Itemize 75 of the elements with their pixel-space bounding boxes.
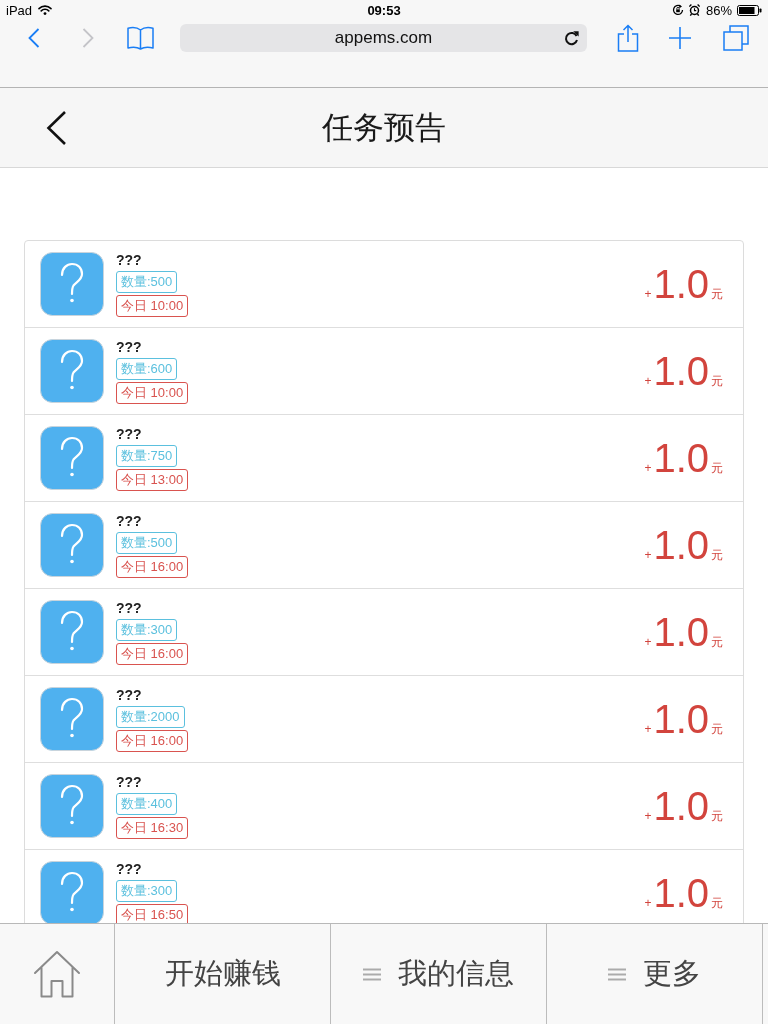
currency-unit: 元 — [711, 808, 723, 825]
reward-amount: 1.0 — [653, 262, 709, 306]
plus-sign: + — [644, 896, 652, 910]
reward-amount: 1.0 — [653, 610, 709, 654]
plus-sign: + — [644, 374, 652, 388]
quantity-tag: 数量:2000 — [116, 706, 185, 728]
device-name: iPad — [6, 2, 33, 18]
task-name: ??? — [116, 425, 142, 443]
clock-time: 09:53 — [367, 2, 401, 18]
question-mark-icon — [40, 513, 104, 577]
rotation-lock-icon — [671, 4, 684, 16]
question-mark-icon — [40, 687, 104, 751]
time-tag: 今日 13:00 — [116, 469, 189, 491]
home-icon — [33, 950, 81, 998]
reward-amount: 1.0 — [653, 784, 709, 828]
currency-unit: 元 — [711, 460, 723, 477]
plus-sign: + — [644, 809, 652, 823]
tab-button[interactable]: 我的信息 — [331, 924, 547, 1024]
time-tag: 今日 16:00 — [116, 556, 189, 578]
plus-sign: + — [644, 548, 652, 562]
time-tag: 今日 10:00 — [116, 382, 189, 404]
battery-percent: 86% — [705, 2, 732, 18]
plus-sign: + — [644, 287, 652, 301]
currency-unit: 元 — [711, 373, 723, 390]
quantity-tag: 数量:400 — [116, 793, 178, 815]
task-name: ??? — [116, 686, 142, 704]
tab-button[interactable]: 更多 — [547, 924, 763, 1024]
back-icon[interactable] — [45, 109, 67, 146]
battery-icon — [737, 4, 762, 16]
reload-icon[interactable] — [564, 30, 579, 46]
task-name: ??? — [116, 860, 142, 878]
question-mark-icon — [40, 426, 104, 490]
quantity-tag: 数量:500 — [116, 532, 178, 554]
currency-unit: 元 — [711, 634, 723, 651]
task-name: ??? — [116, 773, 142, 791]
time-tag: 今日 10:00 — [116, 295, 189, 317]
reward-amount: 1.0 — [653, 697, 709, 741]
book-icon[interactable] — [127, 26, 154, 50]
reward-amount: 1.0 — [653, 523, 709, 567]
plus-icon[interactable] — [669, 27, 691, 49]
quantity-tag: 数量:500 — [116, 271, 178, 293]
menu-icon — [363, 967, 381, 981]
task-name: ??? — [116, 251, 142, 269]
time-tag: 今日 16:00 — [116, 643, 189, 665]
currency-unit: 元 — [711, 547, 723, 564]
quantity-tag: 数量:600 — [116, 358, 178, 380]
alarm-clock-icon — [688, 4, 700, 16]
quantity-tag: 数量:300 — [116, 619, 178, 641]
currency-unit: 元 — [711, 895, 723, 912]
currency-unit: 元 — [711, 286, 723, 303]
page-title: 任务预告 — [322, 108, 446, 147]
share-icon[interactable] — [617, 24, 639, 52]
task-name: ??? — [116, 512, 142, 530]
quantity-tag: 数量:300 — [116, 880, 178, 902]
reward-amount: 1.0 — [653, 436, 709, 480]
question-mark-icon — [40, 252, 104, 316]
quantity-tag: 数量:750 — [116, 445, 178, 467]
address-field[interactable]: appems.com — [180, 24, 587, 52]
question-mark-icon — [40, 339, 104, 403]
reward-amount: 1.0 — [653, 871, 709, 915]
question-mark-icon — [40, 774, 104, 838]
time-tag: 今日 16:00 — [116, 730, 189, 752]
reward-amount: 1.0 — [653, 349, 709, 393]
task-name: ??? — [116, 599, 142, 617]
wifi-icon — [38, 5, 53, 15]
currency-unit: 元 — [711, 721, 723, 738]
task-name: ??? — [116, 338, 142, 356]
question-mark-icon — [40, 600, 104, 664]
time-tag: 今日 16:30 — [116, 817, 189, 839]
plus-sign: + — [644, 722, 652, 736]
plus-sign: + — [644, 635, 652, 649]
menu-icon — [608, 967, 626, 981]
tab-button[interactable]: 开始赚钱 — [115, 924, 331, 1024]
plus-sign: + — [644, 461, 652, 475]
tabs-icon[interactable] — [723, 25, 749, 51]
